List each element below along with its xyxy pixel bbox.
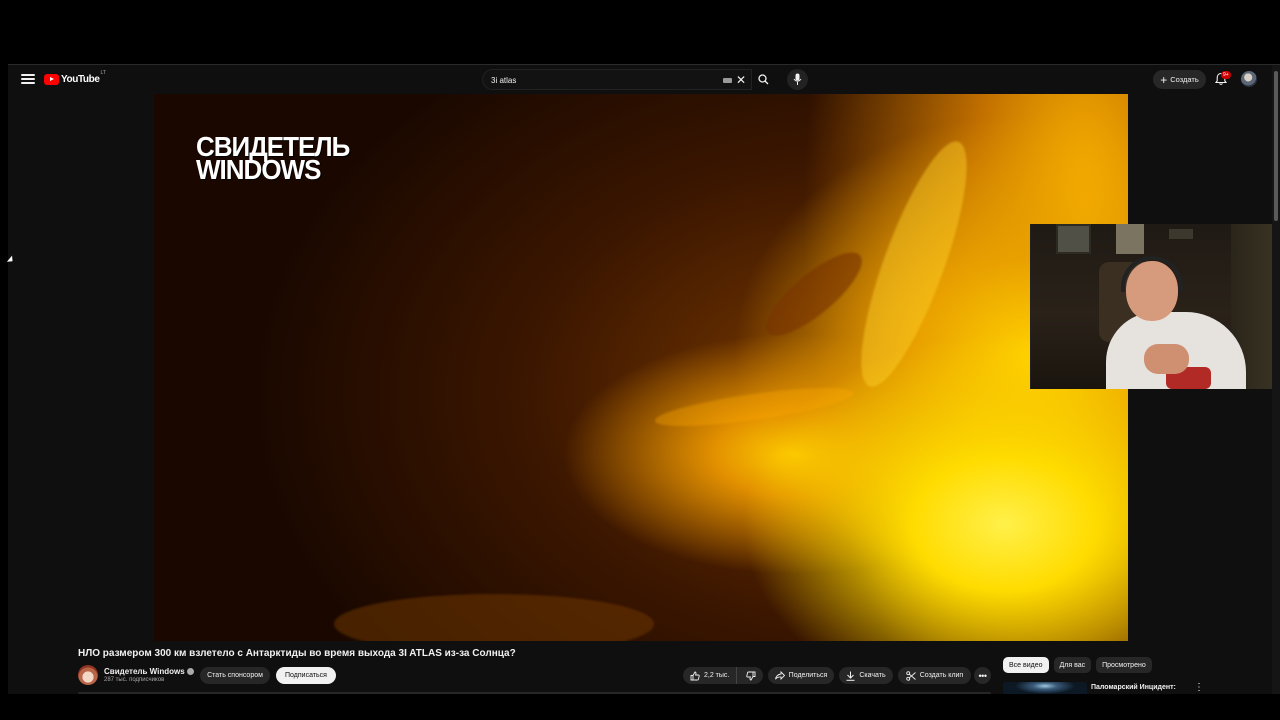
like-icon [690, 671, 700, 680]
voice-search-button[interactable] [787, 69, 808, 90]
search-icon [758, 74, 769, 85]
more-icon: ••• [978, 670, 987, 681]
dislike-icon [745, 671, 755, 680]
menu-icon[interactable] [20, 71, 36, 87]
youtube-play-icon [44, 73, 59, 85]
share-label: Поделиться [788, 672, 828, 679]
flare-decor [755, 240, 873, 348]
subscribe-button[interactable]: Подписаться [276, 667, 336, 684]
download-icon [846, 671, 855, 681]
streamer-hands [1144, 344, 1189, 374]
like-dislike-group: 2,2 тыс. [683, 667, 763, 684]
subscriber-count: 287 тыс. подписчиков [104, 677, 165, 683]
channel-avatar[interactable] [78, 665, 98, 685]
create-button[interactable]: + Создать [1153, 70, 1206, 89]
notification-badge: 9+ [1221, 71, 1231, 79]
logo-region: LT [100, 70, 106, 76]
create-label: Создать [1170, 75, 1199, 84]
recommended-video-thumbnail[interactable] [1003, 682, 1087, 694]
youtube-window: YouTube LT ✕ + Создать 9+ СВИДЕТЕЛЬ WIND… [8, 64, 1280, 694]
download-button[interactable]: Скачать [839, 667, 893, 684]
search-input[interactable] [491, 72, 711, 88]
webcam-decor [1056, 224, 1091, 254]
chip-watched[interactable]: Просмотрено [1096, 657, 1152, 673]
channel-name-text: Свидетель Windows [104, 667, 185, 676]
masthead: YouTube LT ✕ + Создать 9+ [8, 65, 1272, 94]
clip-button[interactable]: Создать клип [898, 667, 971, 684]
channel-watermark: СВИДЕТЕЛЬ WINDOWS [196, 130, 350, 186]
channel-name[interactable]: Свидетель Windows [104, 667, 194, 676]
scissors-icon [906, 670, 916, 681]
close-icon[interactable]: ✕ [736, 73, 746, 87]
more-actions-button[interactable]: ••• [974, 667, 991, 684]
scrollbar-thumb[interactable] [1274, 71, 1278, 221]
webcam-decor [1116, 224, 1144, 254]
flare-decor [841, 131, 987, 397]
chip-for-you[interactable]: Для вас [1053, 657, 1092, 673]
webcam-overlay [1030, 224, 1280, 389]
screen-top-letterbox [0, 0, 1280, 64]
account-avatar[interactable] [1241, 71, 1257, 87]
dislike-button[interactable] [738, 667, 763, 684]
share-button[interactable]: Поделиться [768, 667, 834, 684]
search-box: ✕ [482, 69, 752, 90]
flare-decor [653, 380, 855, 434]
search-button[interactable] [752, 69, 776, 90]
youtube-logo[interactable]: YouTube LT [44, 70, 106, 86]
plus-icon: + [1160, 72, 1168, 87]
recommended-video-menu-icon[interactable]: ⋮ [1194, 682, 1204, 693]
clip-label: Создать клип [919, 672, 964, 679]
like-button[interactable]: 2,2 тыс. [683, 667, 737, 684]
logo-text: YouTube [61, 73, 100, 85]
chip-all-videos[interactable]: Все видео [1003, 657, 1049, 673]
like-count: 2,2 тыс. [704, 672, 730, 679]
recommendation-chips: Все видео Для вас Просмотрено [1003, 657, 1152, 673]
video-player[interactable]: СВИДЕТЕЛЬ WINDOWS [154, 94, 1128, 641]
keyboard-icon[interactable] [723, 78, 732, 83]
flare-decor [334, 594, 654, 641]
screen-bottom-letterbox [0, 694, 1280, 720]
join-button[interactable]: Стать спонсором [200, 667, 270, 684]
webcam-decor [1169, 229, 1193, 239]
download-label: Скачать [859, 672, 886, 679]
share-icon [774, 671, 785, 680]
recommended-video-title[interactable]: Паломарский Инцидент: [1091, 684, 1176, 691]
verified-icon [186, 668, 194, 675]
video-title: НЛО размером 300 км взлетело с Антарктид… [78, 648, 516, 659]
mic-icon [793, 73, 802, 85]
